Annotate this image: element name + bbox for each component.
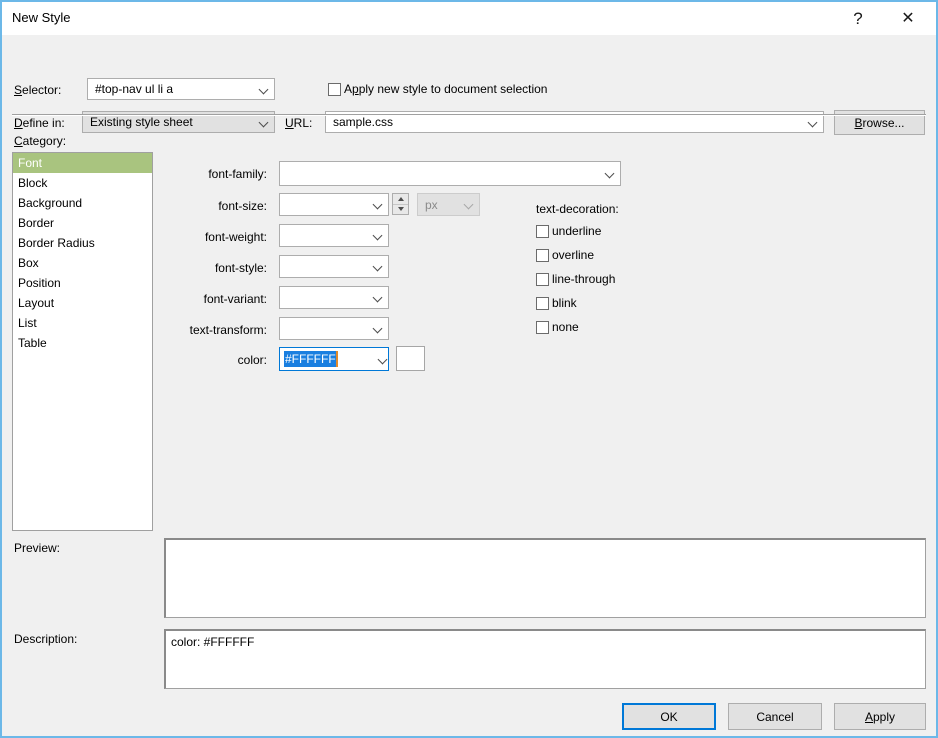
font-family-combobox[interactable] (279, 161, 621, 186)
apply-button-label: Apply (865, 710, 895, 724)
font-size-unit-value: px (418, 198, 460, 212)
chevron-down-icon[interactable] (804, 118, 823, 127)
chevron-down-icon[interactable] (601, 169, 620, 178)
top-separator (12, 114, 926, 116)
font-weight-combobox[interactable] (279, 224, 389, 247)
none-label: none (552, 320, 579, 334)
chevron-down-icon[interactable] (379, 355, 388, 364)
browse-button-label: Browse... (854, 116, 904, 130)
font-style-combobox[interactable] (279, 255, 389, 278)
chevron-down-icon[interactable] (255, 85, 274, 94)
text-decoration-label: text-decoration: (536, 202, 619, 216)
font-size-combobox[interactable] (279, 193, 389, 216)
text-decoration-underline-row[interactable]: underline (536, 224, 601, 238)
description-label: Description: (14, 632, 77, 646)
preview-label: Preview: (14, 541, 60, 555)
line-through-checkbox[interactable] (536, 273, 549, 286)
cancel-button[interactable]: Cancel (728, 703, 822, 730)
preview-box (164, 538, 926, 618)
line-through-label: line-through (552, 272, 615, 286)
description-box: color: #FFFFFF (164, 629, 926, 689)
ok-button[interactable]: OK (622, 703, 716, 730)
text-decoration-line-through-row[interactable]: line-through (536, 272, 615, 286)
help-button[interactable]: ? (836, 2, 880, 35)
selector-label: Selector: (14, 83, 61, 97)
chevron-down-icon[interactable] (369, 231, 388, 240)
url-value: sample.css (326, 115, 804, 129)
define-in-label: Define in: (14, 116, 65, 130)
selector-combobox[interactable]: #top-nav ul li a (87, 78, 275, 100)
apply-button[interactable]: Apply (834, 703, 926, 730)
font-style-label: font-style: (112, 261, 267, 275)
ok-button-label: OK (660, 710, 677, 724)
dialog-title: New Style (12, 10, 71, 25)
close-button[interactable]: ✕ (886, 2, 930, 35)
underline-label: underline (552, 224, 601, 238)
blink-label: blink (552, 296, 577, 310)
apply-new-style-label: Apply new style to document selection (344, 82, 547, 96)
title-bar: New Style ? ✕ (2, 2, 936, 35)
font-variant-combobox[interactable] (279, 286, 389, 309)
color-value: #FFFFFF (284, 351, 338, 367)
chevron-down-icon[interactable] (369, 324, 388, 333)
font-variant-label: font-variant: (112, 292, 267, 306)
chevron-down-icon[interactable] (369, 293, 388, 302)
close-icon: ✕ (901, 11, 914, 27)
color-label: color: (112, 353, 267, 367)
font-size-label: font-size: (112, 199, 267, 213)
chevron-down-icon[interactable] (369, 200, 388, 209)
color-combobox[interactable]: #FFFFFF (279, 347, 389, 371)
top-fields-region: Selector: #top-nav ul li a Define in: Ex… (2, 35, 936, 115)
text-decoration-blink-row[interactable]: blink (536, 296, 577, 310)
category-label: Category: (14, 134, 66, 148)
define-in-value: Existing style sheet (83, 115, 255, 129)
text-transform-combobox[interactable] (279, 317, 389, 340)
category-item-position[interactable]: Position (13, 273, 152, 293)
question-mark-icon: ? (853, 10, 862, 27)
color-swatch-button[interactable] (396, 346, 425, 371)
font-size-spinner[interactable] (392, 193, 409, 215)
font-size-unit-combobox: px (417, 193, 480, 216)
chevron-down-icon (460, 200, 479, 209)
chevron-down-icon[interactable] (369, 262, 388, 271)
url-label: URL: (285, 116, 312, 130)
spinner-down-button[interactable] (393, 204, 408, 215)
new-style-dialog: New Style ? ✕ Selector: #top-nav ul li a… (0, 0, 938, 738)
none-checkbox[interactable] (536, 321, 549, 334)
apply-new-style-checkbox[interactable] (328, 83, 341, 96)
apply-new-style-checkbox-row[interactable]: Apply new style to document selection (328, 82, 547, 96)
chevron-down-icon[interactable] (255, 118, 274, 127)
underline-checkbox[interactable] (536, 225, 549, 238)
blink-checkbox[interactable] (536, 297, 549, 310)
overline-checkbox[interactable] (536, 249, 549, 262)
font-family-label: font-family: (112, 167, 267, 181)
selector-value: #top-nav ul li a (88, 82, 255, 96)
spinner-up-button[interactable] (393, 194, 408, 204)
cancel-button-label: Cancel (756, 710, 793, 724)
font-weight-label: font-weight: (112, 230, 267, 244)
text-decoration-none-row[interactable]: none (536, 320, 579, 334)
text-transform-label: text-transform: (112, 323, 267, 337)
overline-label: overline (552, 248, 594, 262)
text-decoration-overline-row[interactable]: overline (536, 248, 594, 262)
